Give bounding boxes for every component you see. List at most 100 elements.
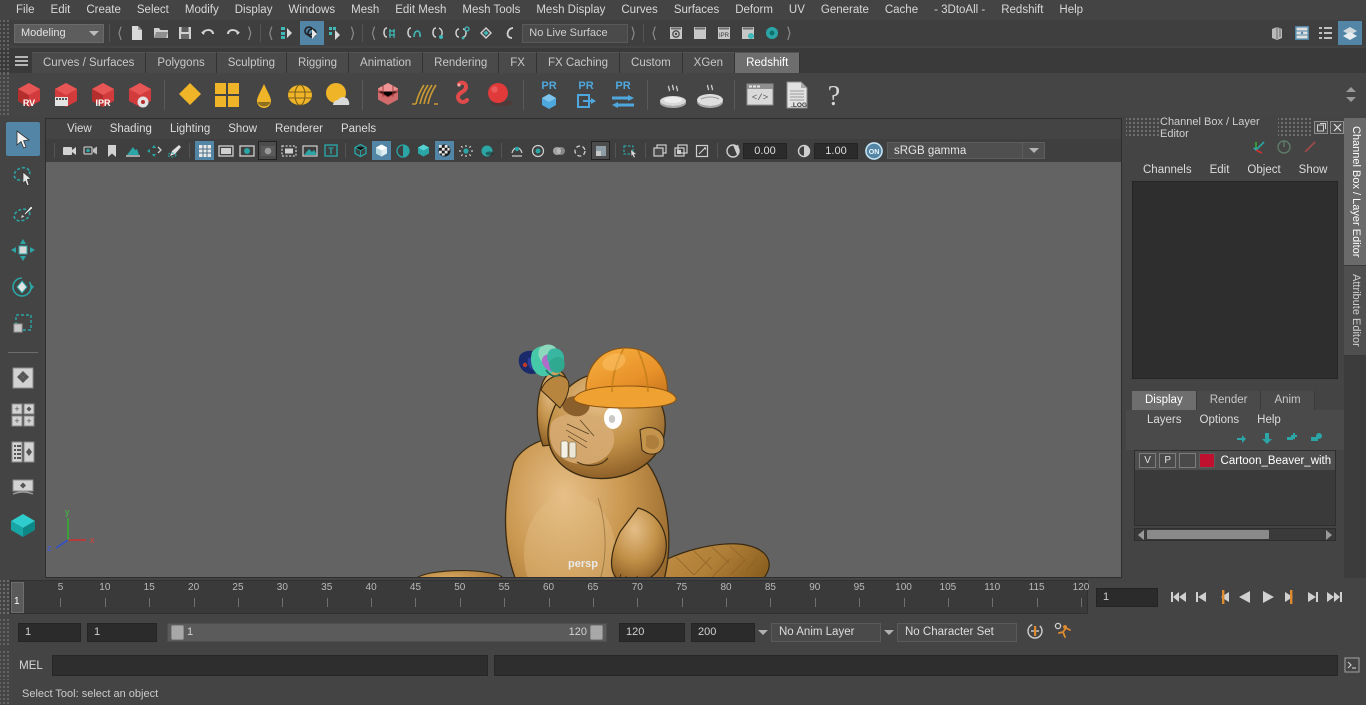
slider-icon[interactable] xyxy=(1302,139,1318,158)
redshift-render-sequence-button[interactable] xyxy=(47,76,84,113)
menu-cache[interactable]: Cache xyxy=(877,0,926,20)
menu-mesh-tools[interactable]: Mesh Tools xyxy=(454,0,528,20)
viewport-menu-lighting[interactable]: Lighting xyxy=(161,123,219,135)
motion-blur-icon[interactable] xyxy=(507,141,526,160)
command-line-grip[interactable] xyxy=(0,651,10,680)
anim-end-dropdown-icon[interactable] xyxy=(755,629,771,635)
scrollbar-thumb[interactable] xyxy=(1147,530,1269,539)
layer-tab-anim[interactable]: Anim xyxy=(1261,391,1315,410)
anim-end-field[interactable]: 200 xyxy=(691,622,755,642)
shelf-scroll-arrows[interactable] xyxy=(1342,73,1360,116)
redshift-render-options-button[interactable] xyxy=(121,76,158,113)
menu-surfaces[interactable]: Surfaces xyxy=(666,0,727,20)
shaded-wireframe-icon[interactable] xyxy=(393,141,412,160)
no-depth-icon[interactable] xyxy=(672,141,691,160)
range-slider-bar[interactable]: 1 120 xyxy=(167,622,607,642)
menu-file[interactable]: File xyxy=(8,0,43,20)
redshift-light-dome-button[interactable] xyxy=(245,76,282,113)
character-set-field[interactable]: No Character Set xyxy=(897,622,1017,642)
expand-bracket-icon-4[interactable]: ⟩ xyxy=(784,24,794,42)
auto-keyframe-icon[interactable] xyxy=(1025,621,1045,644)
manipulator-axis-icon[interactable] xyxy=(1250,139,1266,158)
paint-select-tool[interactable] xyxy=(6,196,40,230)
panel-zoom-icon[interactable] xyxy=(693,141,712,160)
shelf-grip[interactable] xyxy=(0,48,10,73)
expand-bracket-icon-3[interactable]: ⟩ xyxy=(628,24,638,42)
menu-display[interactable]: Display xyxy=(227,0,281,20)
shelf-menu-icon[interactable] xyxy=(10,48,32,73)
viewport-menu-renderer[interactable]: Renderer xyxy=(266,123,332,135)
menu-create[interactable]: Create xyxy=(78,0,129,20)
viewport-menu-show[interactable]: Show xyxy=(219,123,266,135)
anim-layer-field[interactable]: No Anim Layer xyxy=(771,622,881,642)
shelf-tab-sculpting[interactable]: Sculpting xyxy=(216,52,288,73)
collapse-bracket-icon-4[interactable]: ⟨ xyxy=(649,24,659,42)
shelf-tab-custom[interactable]: Custom xyxy=(620,52,683,73)
render-current-frame-icon[interactable] xyxy=(664,21,688,45)
scroll-left-icon[interactable] xyxy=(1138,529,1144,540)
bookmark-icon[interactable] xyxy=(102,141,121,160)
render-setup-icon[interactable] xyxy=(736,21,760,45)
layer-menu-help[interactable]: Help xyxy=(1248,414,1290,426)
range-end-field[interactable]: 120 xyxy=(619,622,685,642)
menu-mesh-display[interactable]: Mesh Display xyxy=(528,0,613,20)
shelf-tab-curves-surfaces[interactable]: Curves / Surfaces xyxy=(32,52,147,73)
menu-modify[interactable]: Modify xyxy=(177,0,227,20)
ambient-occlusion-icon[interactable] xyxy=(477,141,496,160)
xray-joints-icon[interactable] xyxy=(570,141,589,160)
color-management-field[interactable]: sRGB gamma xyxy=(887,142,1023,159)
redshift-environment-button[interactable] xyxy=(282,76,319,113)
shelf-tab-xgen[interactable]: XGen xyxy=(682,52,736,73)
smooth-shade-all-icon[interactable] xyxy=(372,141,391,160)
step-back-keyframe-icon[interactable] xyxy=(1192,587,1211,607)
lasso-select-tool[interactable] xyxy=(6,159,40,193)
display-layers-list[interactable]: V P Cartoon_Beaver_with_ xyxy=(1134,450,1336,526)
menu-3dtoall[interactable]: - 3DtoAll - xyxy=(926,0,993,20)
new-layer-icon[interactable] xyxy=(1282,432,1297,448)
snap-to-curve-icon[interactable] xyxy=(402,21,426,45)
redshift-pr-object-button[interactable]: PR xyxy=(530,76,567,113)
color-management-toggle-icon[interactable]: ON xyxy=(865,141,883,160)
new-layer-from-selected-icon[interactable] xyxy=(1307,432,1322,448)
menu-redshift[interactable]: Redshift xyxy=(993,0,1051,20)
redshift-sky-button[interactable] xyxy=(319,76,356,113)
film-origin-icon[interactable] xyxy=(279,141,298,160)
shelf-tab-polygons[interactable]: Polygons xyxy=(146,52,217,73)
select-camera-icon[interactable] xyxy=(60,141,79,160)
shelf-row-grip[interactable] xyxy=(0,73,10,116)
shelf-tab-fx-caching[interactable]: FX Caching xyxy=(536,52,621,73)
side-tab-attribute-editor[interactable]: Attribute Editor xyxy=(1344,266,1366,357)
collapse-bracket-icon-3[interactable]: ⟨ xyxy=(368,24,378,42)
step-forward-keyframe-icon[interactable] xyxy=(1302,587,1321,607)
channel-menu-object[interactable]: Object xyxy=(1238,164,1289,176)
exposure-field[interactable]: 0.00 xyxy=(743,142,787,159)
move-layer-down-icon[interactable] xyxy=(1257,432,1272,448)
text-overlay-icon[interactable]: T xyxy=(321,141,340,160)
command-language-label[interactable]: MEL xyxy=(10,660,52,672)
redshift-sphere-button[interactable] xyxy=(480,76,517,113)
select-by-component-icon[interactable] xyxy=(324,21,348,45)
hypergraph-persp-layout[interactable] xyxy=(6,472,40,506)
multisample-icon[interactable] xyxy=(528,141,547,160)
play-forwards-icon[interactable] xyxy=(1258,587,1277,607)
wireframe-icon[interactable] xyxy=(351,141,370,160)
move-layer-up-icon[interactable] xyxy=(1232,432,1247,448)
command-input[interactable] xyxy=(52,655,488,676)
exposure-reset-icon[interactable] xyxy=(723,141,742,160)
textured-icon[interactable] xyxy=(414,141,433,160)
gate-mask-icon[interactable] xyxy=(258,141,277,160)
channel-menu-channels[interactable]: Channels xyxy=(1134,164,1201,176)
anim-start-field[interactable]: 1 xyxy=(18,622,81,642)
non-keyable-icon[interactable] xyxy=(1276,139,1292,158)
xray-icon[interactable] xyxy=(549,141,568,160)
toggle-channel-box-icon[interactable] xyxy=(1338,21,1362,45)
hypershade-icon[interactable] xyxy=(760,21,784,45)
layer-tab-render[interactable]: Render xyxy=(1196,391,1262,410)
move-tool[interactable] xyxy=(6,233,40,267)
exposure-icon[interactable] xyxy=(300,141,319,160)
menu-edit[interactable]: Edit xyxy=(43,0,79,20)
image-plane-icon[interactable] xyxy=(123,141,142,160)
viewport-menu-panels[interactable]: Panels xyxy=(332,123,385,135)
layer-list-horizontal-scrollbar[interactable] xyxy=(1134,528,1336,541)
display-layers-icon[interactable] xyxy=(651,141,670,160)
